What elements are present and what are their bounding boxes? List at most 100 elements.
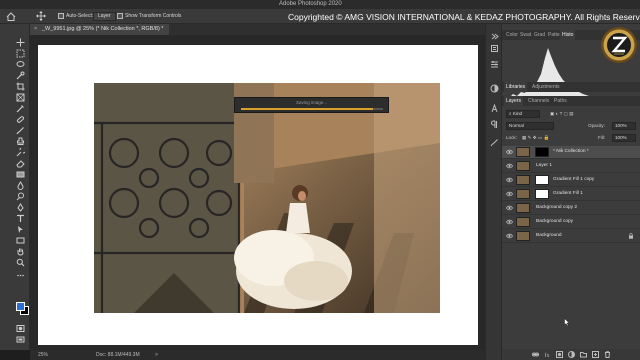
character-icon[interactable] — [490, 103, 499, 113]
properties-icon[interactable] — [490, 60, 499, 69]
visibility-eye-icon[interactable] — [506, 177, 513, 183]
options-bar: Auto-Select: Layer Show Transform Contro… — [0, 9, 640, 24]
layer-row[interactable]: * Nik Collection * — [502, 146, 640, 159]
visibility-eye-icon[interactable] — [506, 219, 513, 225]
clone-stamp-icon[interactable] — [16, 137, 25, 146]
adjustments-icon[interactable] — [490, 84, 499, 93]
document-tab-bar: × _W_9951.jpg @ 25% (* Nik Collection *,… — [30, 24, 485, 35]
layer-name: Layer 1 — [536, 163, 552, 168]
lasso-icon[interactable] — [16, 60, 25, 69]
move-icon[interactable] — [16, 38, 25, 47]
tab-channels[interactable]: Channels — [526, 96, 551, 106]
panel-icon-strip — [485, 24, 502, 360]
layer-mask-thumbnail[interactable] — [535, 175, 549, 185]
link-layers-icon[interactable] — [532, 351, 539, 358]
zoom-level[interactable]: 25% — [38, 352, 48, 358]
healing-brush-icon[interactable] — [16, 115, 25, 124]
collapse-icon[interactable] — [490, 32, 499, 41]
layer-name: Background — [536, 233, 562, 238]
layer-row[interactable]: Gradient Fill 1 — [502, 188, 640, 201]
kind-filter-dropdown[interactable]: ⌕ Kind — [506, 110, 540, 118]
tab-swatches[interactable]: Swat — [518, 30, 533, 40]
document-tab[interactable]: × _W_9951.jpg @ 25% (* Nik Collection *,… — [30, 24, 170, 35]
history-brush-icon[interactable] — [16, 146, 27, 157]
tab-paths[interactable]: Paths — [552, 96, 569, 106]
tab-adjustments[interactable]: Adjustments — [530, 82, 562, 92]
layer-row[interactable]: Layer 1 — [502, 160, 640, 173]
more-tools-icon[interactable] — [16, 271, 25, 280]
show-transform-checkbox[interactable] — [117, 13, 123, 19]
document-canvas: Saving image... — [38, 45, 478, 345]
hand-icon[interactable] — [16, 247, 25, 256]
status-menu-arrow[interactable]: > — [155, 352, 158, 358]
lock-icons[interactable]: ▦ ✎ ✥ ▭ 🔒 — [522, 135, 549, 141]
tab-histogram[interactable]: Histo — [560, 30, 576, 40]
brush-icon[interactable] — [16, 126, 25, 135]
layer-row[interactable]: Gradient Fill 1 copy — [502, 174, 640, 187]
new-layer-icon[interactable] — [592, 351, 599, 358]
layer-thumbnail[interactable] — [516, 231, 530, 241]
auto-select-dropdown[interactable]: Layer — [93, 12, 116, 21]
home-icon[interactable] — [6, 12, 16, 21]
visibility-eye-icon[interactable] — [506, 149, 513, 155]
layer-thumbnail[interactable] — [516, 189, 530, 199]
new-adjustment-icon[interactable] — [568, 351, 575, 358]
layer-mask-thumbnail[interactable] — [535, 189, 549, 199]
blend-mode-dropdown[interactable]: Normal — [506, 122, 554, 130]
layer-mask-thumbnail[interactable] — [535, 147, 549, 157]
frame-icon[interactable] — [16, 93, 25, 102]
eraser-icon[interactable] — [16, 159, 25, 168]
type-icon[interactable] — [16, 214, 25, 223]
zoom-icon[interactable] — [16, 258, 25, 267]
layer-row[interactable]: Background copy — [502, 216, 640, 229]
layer-name: Background copy — [536, 219, 574, 224]
paragraph-icon[interactable] — [490, 120, 499, 129]
quick-mask-icon[interactable] — [16, 324, 25, 333]
visibility-eye-icon[interactable] — [506, 191, 513, 197]
z-logo-badge — [601, 27, 637, 63]
add-mask-icon[interactable] — [556, 351, 563, 358]
layer-style-icon[interactable]: fx — [544, 351, 551, 358]
tab-gradients[interactable]: Grad — [532, 30, 547, 40]
blur-icon[interactable] — [16, 181, 25, 190]
layer-name: Gradient Fill 1 copy — [553, 177, 595, 182]
new-group-icon[interactable] — [580, 351, 587, 358]
foreground-color-swatch[interactable] — [16, 302, 25, 311]
history-panel-icon[interactable] — [490, 44, 499, 53]
layer-thumbnail[interactable] — [516, 147, 530, 157]
layer-row[interactable]: Background — [502, 230, 640, 243]
move-tool-icon[interactable] — [36, 11, 46, 21]
opacity-input[interactable]: 100% — [612, 122, 636, 130]
quick-select-icon[interactable] — [16, 71, 25, 80]
visibility-eye-icon[interactable] — [506, 163, 513, 169]
libraries-panel-tabs: Libraries Adjustments — [502, 82, 640, 92]
canvas-area[interactable]: Saving image... — [30, 35, 485, 350]
filter-icons[interactable]: ▣ ◐ T ▢ ▤ — [550, 111, 574, 117]
eyedropper-icon[interactable] — [16, 104, 25, 113]
visibility-eye-icon[interactable] — [506, 205, 513, 211]
delete-layer-icon[interactable] — [604, 351, 611, 358]
layer-thumbnail[interactable] — [516, 175, 530, 185]
brush-settings-icon[interactable] — [490, 138, 499, 147]
layer-thumbnail[interactable] — [516, 203, 530, 213]
marquee-icon[interactable] — [16, 49, 25, 58]
layer-row[interactable]: Background copy 2 — [502, 202, 640, 215]
visibility-eye-icon[interactable] — [506, 233, 513, 239]
layer-thumbnail[interactable] — [516, 161, 530, 171]
menu-bar: Adobe Photoshop 2020 — [0, 0, 640, 9]
gradient-icon[interactable] — [16, 170, 25, 179]
screen-mode-icon[interactable] — [16, 335, 25, 344]
crop-icon[interactable] — [16, 82, 25, 91]
pen-icon[interactable] — [16, 203, 25, 212]
auto-select-checkbox[interactable] — [58, 13, 64, 19]
path-selection-icon[interactable] — [16, 225, 25, 234]
close-tab-icon[interactable]: × — [34, 24, 37, 35]
lock-label: Lock: — [506, 135, 517, 140]
layer-thumbnail[interactable] — [516, 217, 530, 227]
tab-libraries[interactable]: Libraries — [504, 82, 528, 92]
fill-input[interactable]: 100% — [612, 134, 636, 142]
dodge-icon[interactable] — [16, 192, 25, 201]
tab-layers[interactable]: Layers — [504, 96, 524, 106]
rectangle-icon[interactable] — [16, 236, 25, 245]
auto-select-label: Auto-Select: — [66, 13, 94, 19]
